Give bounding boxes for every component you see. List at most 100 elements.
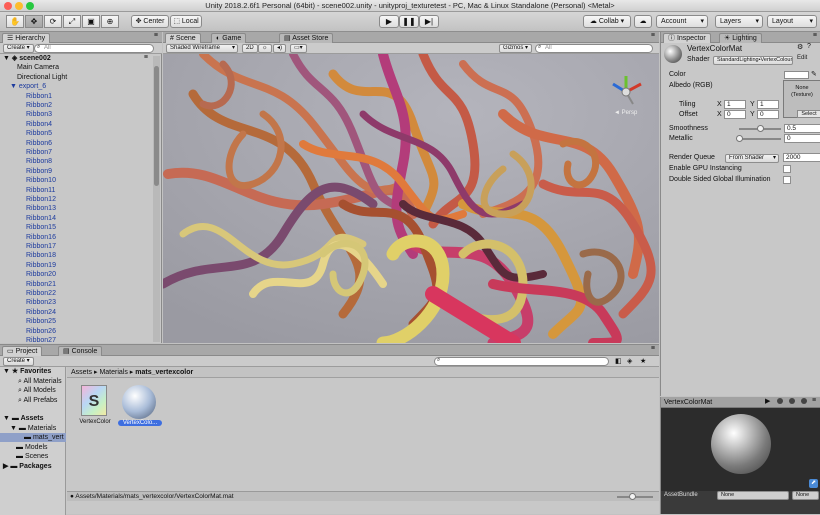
scale-tool-icon[interactable]: ⤢ — [63, 15, 81, 28]
favorite-all-materials[interactable]: ⌕ All Materials — [18, 377, 62, 386]
scene-viewport[interactable]: ◄ Persp — [163, 54, 659, 343]
tab-game[interactable]: ◐ Game — [211, 33, 247, 43]
pause-button[interactable]: ❚❚ — [399, 15, 419, 28]
tab-inspector[interactable]: ⓘ Inspector — [663, 33, 711, 43]
transform-tool-icon[interactable]: ⊕ — [101, 15, 119, 28]
account-dropdown[interactable]: Account ▾ — [656, 15, 708, 28]
filter-label-icon[interactable]: ◈ — [627, 357, 632, 365]
pivot-center-button[interactable]: ✥ Center — [131, 15, 169, 28]
help-icon[interactable]: ? — [807, 43, 811, 50]
hierarchy-item-export-6[interactable]: ▼ export_6 — [10, 82, 46, 91]
minimize-window-icon[interactable] — [15, 2, 23, 10]
breadcrumb-materials[interactable]: Materials — [99, 369, 127, 376]
collab-button[interactable]: ☁ Collab ▾ — [583, 15, 631, 28]
panel-menu-icon[interactable]: ≡ — [651, 345, 655, 352]
double-sided-gi-checkbox[interactable] — [783, 176, 791, 184]
hierarchy-item[interactable]: Ribbon2 — [26, 101, 52, 110]
hierarchy-item[interactable]: Ribbon9 — [26, 167, 52, 176]
hierarchy-item[interactable]: Ribbon17 — [26, 242, 56, 251]
eyedropper-icon[interactable]: ✎ — [811, 70, 817, 78]
shading-mode-dropdown[interactable]: Shaded Wireframe ▾ — [166, 44, 238, 53]
preview-menu-icon[interactable]: ≡ — [812, 397, 816, 404]
panel-menu-icon[interactable]: ≡ — [651, 32, 655, 39]
favorites-header[interactable]: ▼ ★ Favorites — [3, 367, 51, 376]
settings-icon[interactable]: ⚙ — [797, 43, 803, 51]
hierarchy-item[interactable]: Ribbon12 — [26, 195, 56, 204]
scene-search-input[interactable]: All — [535, 44, 653, 53]
hierarchy-item[interactable]: Main Camera — [17, 63, 59, 72]
hierarchy-item[interactable]: Ribbon18 — [26, 251, 56, 260]
hierarchy-item[interactable]: Ribbon24 — [26, 308, 56, 317]
metallic-slider-thumb[interactable] — [736, 135, 743, 142]
hierarchy-item[interactable]: Ribbon16 — [26, 233, 56, 242]
smoothness-slider-thumb[interactable] — [757, 125, 764, 132]
assetbundle-dropdown[interactable]: None — [717, 491, 789, 500]
hierarchy-item[interactable]: Ribbon22 — [26, 289, 56, 298]
packages-folder[interactable]: ▶ ▬ Packages — [3, 462, 52, 471]
layout-dropdown[interactable]: Layout ▾ — [767, 15, 817, 28]
color-swatch[interactable] — [784, 71, 809, 79]
play-button[interactable]: ▶ — [379, 15, 399, 28]
preview-sphere-icon[interactable] — [777, 398, 783, 404]
tab-asset-store[interactable]: ▤ Asset Store — [279, 33, 334, 43]
hierarchy-item[interactable]: Ribbon26 — [26, 327, 56, 336]
hierarchy-item[interactable]: Ribbon1 — [26, 92, 52, 101]
audio-toggle-icon[interactable]: ◂) — [273, 44, 287, 53]
favorite-all-models[interactable]: ⌕ All Models — [18, 386, 56, 395]
folder-models[interactable]: ▬ Models — [16, 443, 48, 452]
hierarchy-item[interactable]: Ribbon27 — [26, 336, 56, 343]
hierarchy-item[interactable]: Ribbon4 — [26, 120, 52, 129]
hierarchy-item[interactable]: Ribbon6 — [26, 139, 52, 148]
hierarchy-scrollbar[interactable] — [153, 56, 160, 342]
expand-preview-icon[interactable]: ⬈ — [809, 479, 818, 488]
hierarchy-item[interactable]: Ribbon19 — [26, 261, 56, 270]
filter-type-icon[interactable]: ◧ — [615, 357, 622, 365]
render-queue-dropdown[interactable]: From Shader ▾ — [725, 154, 779, 163]
metallic-slider-track[interactable] — [739, 138, 781, 140]
hierarchy-item[interactable]: Ribbon10 — [26, 176, 56, 185]
hierarchy-item[interactable]: Ribbon13 — [26, 204, 56, 213]
breadcrumb-assets[interactable]: Assets — [71, 369, 92, 376]
hierarchy-item[interactable]: Ribbon20 — [26, 270, 56, 279]
rect-tool-icon[interactable]: ▣ — [82, 15, 100, 28]
rotate-tool-icon[interactable]: ⟳ — [44, 15, 62, 28]
folder-materials[interactable]: ▼ ▬ Materials — [10, 424, 56, 433]
hierarchy-item[interactable]: Directional Light — [17, 73, 67, 82]
breadcrumb-mats-vertexcolor[interactable]: mats_vertexcolor — [135, 369, 193, 376]
preview-light-icon[interactable] — [789, 398, 795, 404]
play-preview-icon[interactable]: ▶ — [765, 397, 770, 405]
scene-root[interactable]: ▼ ◈ scene002 — [3, 54, 51, 63]
tab-lighting[interactable]: ☀ Lighting — [719, 33, 762, 43]
tab-console[interactable]: ▤ Console — [58, 346, 103, 356]
assetbundle-variant-dropdown[interactable]: None — [792, 491, 819, 500]
cloud-services-icon[interactable]: ☁ — [634, 15, 652, 28]
step-button[interactable]: ▶| — [419, 15, 439, 28]
gpu-instancing-checkbox[interactable] — [783, 165, 791, 173]
metallic-field[interactable]: 0 — [784, 134, 820, 143]
hierarchy-item[interactable]: Ribbon5 — [26, 129, 52, 138]
hierarchy-item[interactable]: Ribbon21 — [26, 280, 56, 289]
panel-menu-icon[interactable]: ≡ — [813, 32, 817, 39]
favorite-all-prefabs[interactable]: ⌕ All Prefabs — [18, 396, 57, 405]
effects-dropdown-icon[interactable]: ▭▾ — [290, 44, 307, 53]
close-window-icon[interactable] — [4, 2, 12, 10]
scene-menu-icon[interactable]: ≡ — [144, 54, 148, 61]
tiling-x-field[interactable]: 1 — [724, 100, 746, 109]
tab-scene[interactable]: # Scene — [165, 33, 201, 43]
hierarchy-item[interactable]: Ribbon11 — [26, 186, 55, 195]
hierarchy-search-input[interactable]: All — [34, 44, 154, 53]
tiling-y-field[interactable]: 1 — [757, 100, 779, 109]
favorite-star-icon[interactable]: ★ — [640, 357, 646, 365]
maximize-window-icon[interactable] — [26, 2, 34, 10]
hierarchy-create-button[interactable]: Create ▾ — [3, 44, 34, 53]
file-vertexcolormat[interactable]: VertexColo... — [117, 385, 163, 435]
preview-background-icon[interactable] — [801, 398, 807, 404]
gizmos-dropdown[interactable]: Gizmos ▾ — [499, 44, 533, 53]
panel-menu-icon[interactable]: ≡ — [154, 32, 158, 39]
smoothness-field[interactable]: 0.5 — [784, 124, 820, 133]
render-queue-field[interactable]: 2000 — [783, 153, 820, 162]
move-tool-icon[interactable]: ✥ — [25, 15, 43, 28]
folder-mats-vertexcolor[interactable]: ▬ mats_vert — [0, 433, 66, 443]
texture-select-button[interactable]: Select — [797, 110, 820, 118]
hierarchy-item[interactable]: Ribbon25 — [26, 317, 56, 326]
